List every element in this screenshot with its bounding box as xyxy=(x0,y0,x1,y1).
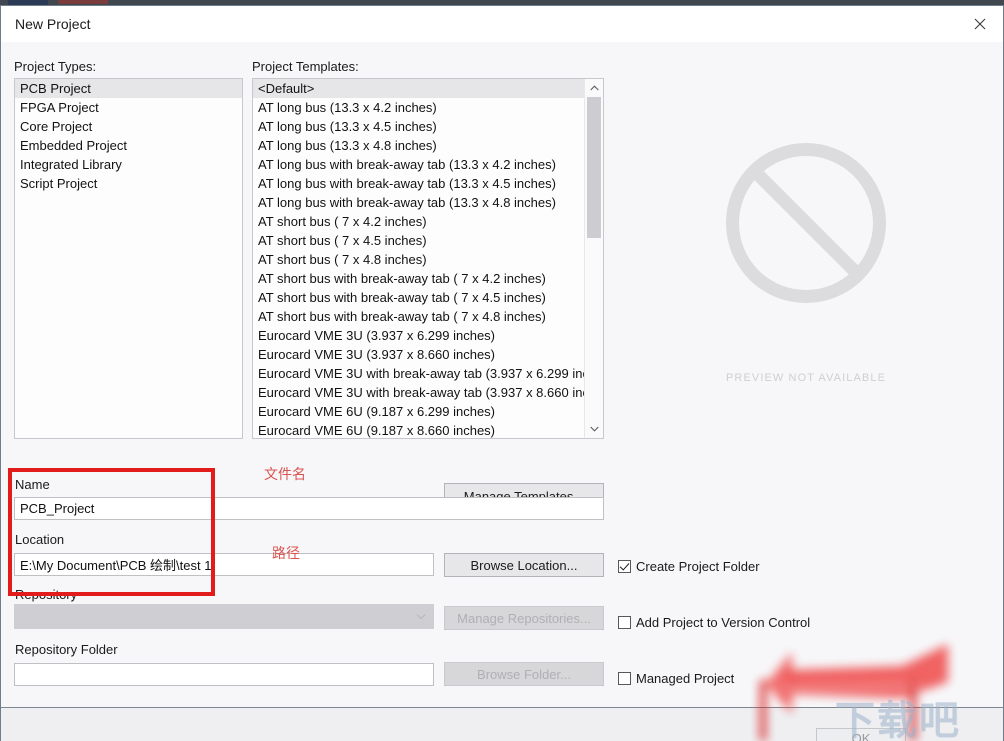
create-project-folder-checkbox[interactable]: Create Project Folder xyxy=(618,559,760,574)
project-templates-listbox[interactable]: <Default> AT long bus (13.3 x 4.2 inches)… xyxy=(252,78,604,439)
project-template-item[interactable]: AT long bus with break-away tab (13.3 x … xyxy=(253,155,585,174)
background-accent-2 xyxy=(58,0,108,4)
browse-location-button[interactable]: Browse Location... xyxy=(444,553,604,577)
manage-repositories-button: Manage Repositories... xyxy=(444,606,604,630)
checkbox-box xyxy=(618,560,631,573)
dialog-titlebar: New Project xyxy=(1,6,1003,43)
checkbox-box xyxy=(618,672,631,685)
location-input[interactable] xyxy=(14,553,434,576)
project-template-item[interactable]: Eurocard VME 3U with break-away tab (3.9… xyxy=(253,383,585,402)
repository-folder-input[interactable] xyxy=(14,663,434,686)
repository-folder-label: Repository Folder xyxy=(15,642,118,657)
add-project-to-version-control-checkbox[interactable]: Add Project to Version Control xyxy=(618,615,810,630)
project-template-item[interactable]: Eurocard VME 6U (9.187 x 8.660 inches) xyxy=(253,421,585,438)
managed-project-checkbox[interactable]: Managed Project xyxy=(618,671,734,686)
repository-combobox[interactable] xyxy=(14,604,434,629)
project-types-label: Project Types: xyxy=(14,59,97,74)
project-template-item[interactable]: AT long bus with break-away tab (13.3 x … xyxy=(253,193,585,212)
project-template-item[interactable]: AT short bus ( 7 x 4.2 inches) xyxy=(253,212,585,231)
project-templates-label: Project Templates: xyxy=(252,59,359,74)
project-type-item[interactable]: Script Project xyxy=(15,174,242,193)
chevron-down-icon xyxy=(416,611,426,622)
preview-unavailable-label: PREVIEW NOT AVAILABLE xyxy=(725,372,887,384)
project-template-item[interactable]: Eurocard VME 3U with break-away tab (3.9… xyxy=(253,364,585,383)
screen-root: New Project Project Types: PCB Project FP… xyxy=(0,0,1004,741)
project-types-listbox[interactable]: PCB Project FPGA Project Core Project Embed… xyxy=(14,78,243,439)
project-template-item[interactable]: AT short bus with break-away tab ( 7 x 4… xyxy=(253,288,585,307)
templates-scrollbar[interactable] xyxy=(584,79,603,438)
ok-button[interactable]: OK xyxy=(816,728,906,741)
project-template-item[interactable]: AT short bus with break-away tab ( 7 x 4… xyxy=(253,307,585,326)
new-project-dialog: New Project Project Types: PCB Project FP… xyxy=(0,5,1004,741)
close-icon[interactable] xyxy=(957,6,1003,41)
project-type-item[interactable]: FPGA Project xyxy=(15,98,242,117)
name-input[interactable] xyxy=(14,497,604,520)
project-type-item[interactable]: Embedded Project xyxy=(15,136,242,155)
project-type-item[interactable]: Integrated Library xyxy=(15,155,242,174)
project-type-item[interactable]: Core Project xyxy=(15,117,242,136)
checkbox-label: Managed Project xyxy=(636,671,735,686)
project-template-item[interactable]: AT short bus ( 7 x 4.5 inches) xyxy=(253,231,585,250)
project-template-item[interactable]: <Default> xyxy=(253,79,585,98)
project-templates-items[interactable]: <Default> AT long bus (13.3 x 4.2 inches)… xyxy=(253,79,585,438)
checkbox-label: Add Project to Version Control xyxy=(636,615,811,630)
project-template-item[interactable]: Eurocard VME 3U (3.937 x 6.299 inches) xyxy=(253,326,585,345)
repository-label: Repository xyxy=(15,587,78,602)
project-template-item[interactable]: Eurocard VME 3U (3.937 x 8.660 inches) xyxy=(253,345,585,364)
project-template-item[interactable]: AT short bus ( 7 x 4.8 inches) xyxy=(253,250,585,269)
checkbox-label: Create Project Folder xyxy=(636,559,760,574)
project-template-item[interactable]: AT long bus (13.3 x 4.8 inches) xyxy=(253,136,585,155)
project-template-item[interactable]: AT long bus (13.3 x 4.5 inches) xyxy=(253,117,585,136)
scrollbar-thumb[interactable] xyxy=(587,97,601,238)
annotation-path-note: 路径 xyxy=(272,546,300,562)
project-template-item[interactable]: Eurocard VME 6U (9.187 x 6.299 inches) xyxy=(253,402,585,421)
dialog-title: New Project xyxy=(15,16,91,32)
project-template-item[interactable]: AT short bus with break-away tab ( 7 x 4… xyxy=(253,269,585,288)
name-label: Name xyxy=(15,477,50,492)
project-type-item[interactable]: PCB Project xyxy=(15,79,242,98)
chevron-up-icon[interactable] xyxy=(585,79,603,97)
annotation-filename-note: 文件名 xyxy=(264,467,306,483)
checkbox-box xyxy=(618,616,631,629)
browse-folder-button: Browse Folder... xyxy=(444,662,604,686)
project-template-item[interactable]: AT long bus (13.3 x 4.2 inches) xyxy=(253,98,585,117)
chevron-down-icon[interactable] xyxy=(585,420,603,438)
dialog-footer: OK xyxy=(1,708,1003,741)
project-template-item[interactable]: AT long bus with break-away tab (13.3 x … xyxy=(253,174,585,193)
dialog-body: Project Types: PCB Project FPGA Project Co… xyxy=(1,42,1003,741)
location-label: Location xyxy=(15,532,65,547)
template-preview-panel: PREVIEW NOT AVAILABLE xyxy=(621,78,991,439)
